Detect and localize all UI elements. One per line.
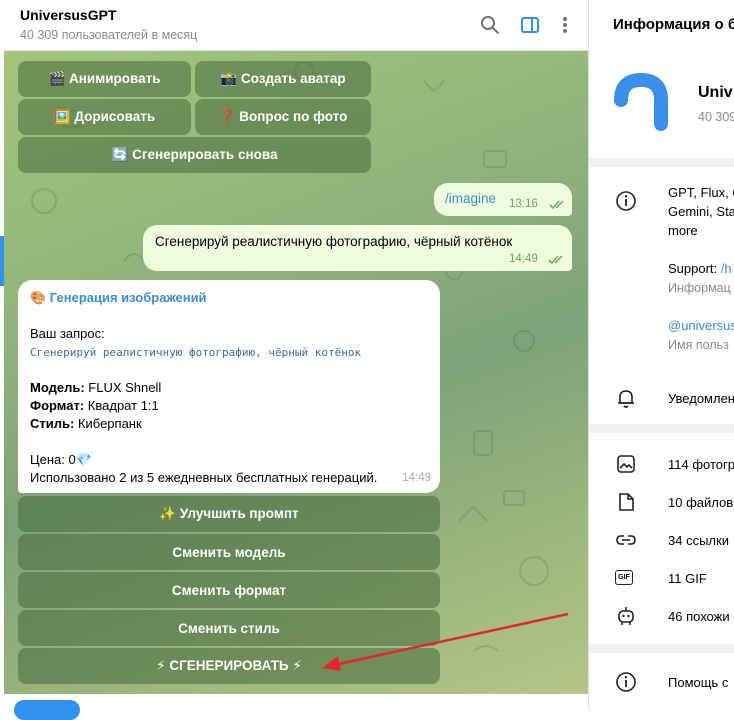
message-composer[interactable] <box>4 694 588 720</box>
more-menu-button[interactable] <box>552 12 578 38</box>
media-gif[interactable]: 11 GIF <box>668 569 707 588</box>
support-label: Support: <box>668 261 721 276</box>
info-icon <box>616 191 636 211</box>
similar-bots[interactable]: 46 похожи <box>668 607 730 626</box>
section-separator <box>589 644 734 653</box>
support-sub: Информац <box>668 281 731 295</box>
info-icon <box>616 672 636 692</box>
notifications-toggle[interactable]: Уведомлен <box>668 389 734 408</box>
section-separator <box>589 158 734 167</box>
sidebar-toggle-icon <box>521 17 539 33</box>
media-files[interactable]: 10 файлов <box>668 493 733 512</box>
section-separator <box>589 424 734 433</box>
search-icon <box>481 16 499 34</box>
link-icon <box>616 535 636 545</box>
help-item[interactable]: Помощь с <box>668 673 728 692</box>
chat-subtitle: 40 309 пользователей в месяц <box>20 28 198 42</box>
annotation-arrow <box>322 612 569 671</box>
menu-button[interactable] <box>14 700 80 720</box>
support-link[interactable]: /h <box>721 261 732 276</box>
description-more-link[interactable]: more <box>668 221 698 240</box>
bell-icon <box>618 390 634 408</box>
bot-user-count: 40 309 <box>698 110 734 124</box>
photo-icon <box>617 455 635 473</box>
more-vertical-icon <box>563 17 567 33</box>
description-line: Gemini, Sta <box>668 204 734 219</box>
info-panel-title: Информация о б <box>613 16 734 33</box>
robot-icon <box>618 607 634 625</box>
media-photos[interactable]: 114 фотогр <box>668 455 734 474</box>
toggle-info-panel-button[interactable] <box>517 12 543 38</box>
description-line: GPT, Flux, C <box>668 185 734 200</box>
bot-name: Univ <box>698 84 733 101</box>
support-line: Support: /h <box>668 259 732 278</box>
info-panel: Информация о б Univ 40 309 GPT, Flux, C … <box>589 0 734 710</box>
gif-icon: GIF <box>615 570 633 585</box>
chat-header[interactable]: UniversusGPT 40 309 пользователей в меся… <box>4 0 588 51</box>
chat-area[interactable]: 🎬 Анимировать 📸 Создать аватар 🖼️ Дорисо… <box>4 51 588 710</box>
file-icon <box>619 493 634 511</box>
username-sub: Имя польз <box>668 338 729 352</box>
chat-title[interactable]: UniversusGPT <box>20 7 116 23</box>
search-button[interactable] <box>477 12 503 38</box>
username-link[interactable]: @universus <box>668 316 734 335</box>
media-links[interactable]: 34 ссылки <box>668 531 729 550</box>
bot-logo-icon <box>614 72 668 131</box>
